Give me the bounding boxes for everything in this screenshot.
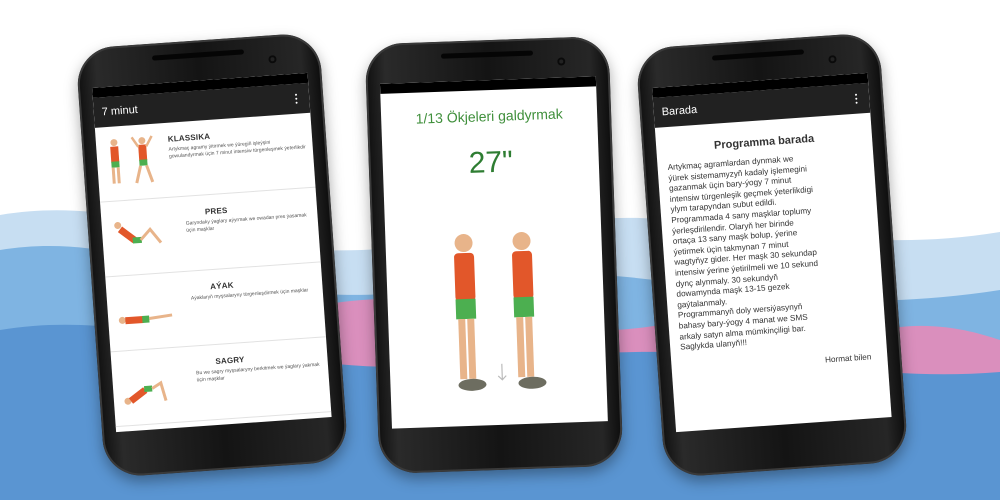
- phone-camera: [557, 57, 566, 66]
- exercise-title: 1/13 Ökjeleri galdyrmak: [415, 105, 563, 127]
- app-title: Barada: [661, 103, 698, 119]
- screen-workout-list: 7 minut KLASSIKA Artykmaç agramy ýitirme…: [92, 72, 332, 433]
- phone-speaker: [151, 49, 245, 61]
- crunch-illustration-icon: [114, 222, 163, 244]
- jumping-jacks-illustration-icon: [110, 135, 155, 184]
- overflow-menu-icon[interactable]: [851, 93, 862, 105]
- phone-speaker: [711, 49, 805, 61]
- app-title: 7 minut: [101, 103, 139, 119]
- exercise-timer: 27": [468, 145, 514, 180]
- screen-about: Barada Programma barada Artykmaç agramla…: [652, 72, 892, 433]
- status-bar: [379, 76, 597, 94]
- glute-bridge-illustration-icon: [124, 380, 168, 405]
- workout-item-sagry[interactable]: SAGRY Bu we sagry myşsalaryny berkitmek …: [110, 337, 332, 428]
- phone-speaker: [440, 50, 534, 59]
- workout-title: KLASSIKA: [167, 131, 211, 144]
- phone-camera: [828, 55, 837, 64]
- workout-title: PRES: [204, 205, 228, 217]
- screen-exercise: 1/13 Ökjeleri galdyrmak 27": [379, 76, 608, 429]
- phone-camera: [268, 55, 277, 64]
- workout-title: AÝAK: [209, 280, 234, 292]
- heel-raise-illustration-icon: [454, 232, 547, 391]
- about-text: Artykmaç agramlardan dynmak we ýürek sis…: [657, 141, 886, 354]
- phone-list-screen: 7 minut KLASSIKA Artykmaç agramy ýitirme…: [75, 32, 349, 478]
- workout-title: SAGRY: [215, 354, 245, 367]
- leg-raise-illustration-icon: [118, 313, 173, 325]
- phone-about-screen: Barada Programma barada Artykmaç agramla…: [635, 32, 909, 478]
- overflow-menu-icon[interactable]: [291, 93, 302, 105]
- phone-exercise-screen: 1/13 Ökjeleri galdyrmak 27": [364, 35, 624, 475]
